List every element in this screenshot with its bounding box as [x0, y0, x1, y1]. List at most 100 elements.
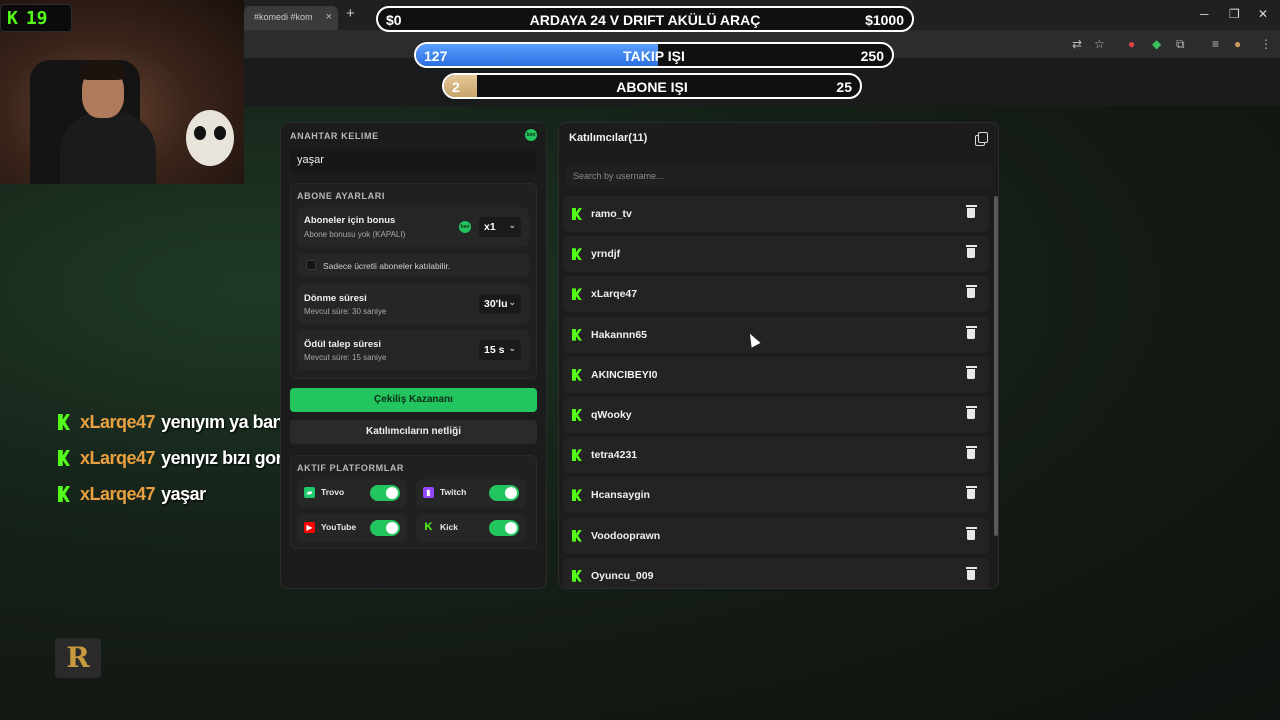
- trash-icon[interactable]: [965, 446, 977, 460]
- participant-row[interactable]: qWooky: [563, 397, 989, 433]
- participant-row[interactable]: xLarqe47: [563, 276, 989, 313]
- platform-card-twitch: ▮ Twitch: [416, 479, 526, 507]
- trash-icon[interactable]: [965, 406, 977, 419]
- trash-icon[interactable]: [965, 205, 977, 218]
- participants-title: Katılımcılar(11): [569, 132, 648, 144]
- participant-name: AKINCIBEYI0: [591, 368, 658, 381]
- chat-username: xLarqe47: [80, 412, 156, 432]
- claim-duration-select[interactable]: 15 s ⌄: [479, 340, 521, 360]
- draw-winner-button[interactable]: Çekiliş Kazananı: [290, 388, 537, 412]
- platform-card-kick: K Kick: [416, 514, 526, 542]
- extensions-puzzle-icon[interactable]: ⧉: [1176, 37, 1185, 52]
- trash-icon[interactable]: [965, 325, 977, 339]
- participant-list-scrollbar[interactable]: [994, 196, 998, 536]
- donation-goal-title: ARDAYA 24 V DRIFT AKÜLÜ ARAÇ: [529, 12, 761, 28]
- kick-icon: [572, 569, 582, 582]
- webcam-streamer-hair: [80, 60, 126, 80]
- platform-name: Kick: [440, 522, 458, 532]
- chat-text: yaşar: [161, 484, 206, 504]
- twitch-icon: ▮: [423, 487, 434, 498]
- trash-icon[interactable]: [965, 486, 977, 500]
- kick-icon: [58, 486, 70, 502]
- window-close-icon[interactable]: ✕: [1258, 7, 1268, 21]
- active-platforms-title: AKTIF PLATFORMLAR: [297, 463, 405, 473]
- extension-shield-icon[interactable]: ◆: [1152, 37, 1161, 51]
- kick-icon: [58, 450, 70, 466]
- chat-message: xLarqe47 yaşar: [58, 484, 206, 505]
- minimize-icon[interactable]: ─: [1200, 7, 1209, 21]
- profile-avatar-icon[interactable]: ●: [1234, 37, 1241, 51]
- webcam-streamer-body: [60, 112, 156, 184]
- sub-goal-title: ABONE IŞI: [616, 79, 688, 95]
- kick-icon: K: [7, 8, 18, 29]
- trash-icon[interactable]: [965, 566, 977, 580]
- browser-tab[interactable]: #komedi #kom ×: [244, 6, 338, 30]
- trovo-icon: ▰: [304, 487, 315, 498]
- participant-row[interactable]: Voodooprawn: [563, 517, 989, 554]
- participant-name: Hakannn65: [591, 328, 648, 341]
- media-controls-icon[interactable]: ≡: [1212, 37, 1219, 51]
- chat-username: xLarqe47: [80, 448, 156, 468]
- follow-goal-title: TAKIP IŞI: [623, 48, 685, 64]
- trash-icon[interactable]: [965, 526, 977, 540]
- subscriber-bonus-subtitle: Abone bonusu yok (KAPALI): [304, 230, 406, 239]
- participant-name: Voodooprawn: [591, 529, 661, 542]
- youtube-toggle[interactable]: [370, 520, 400, 536]
- chevron-down-icon: ⌄: [508, 220, 516, 230]
- kick-toggle[interactable]: [489, 520, 519, 536]
- keyword-input[interactable]: yaşar: [290, 149, 536, 172]
- keyword-section-title: ANAHTAR KELIME: [290, 131, 379, 141]
- participant-row[interactable]: Hcansaygin: [563, 477, 989, 514]
- trash-icon[interactable]: [965, 285, 977, 299]
- participant-row[interactable]: ramo_tv: [563, 196, 989, 232]
- participant-row[interactable]: tetra4231: [563, 437, 989, 474]
- paid-only-label: Sadece ücretli aboneler katılabilir.: [323, 261, 451, 271]
- youtube-icon: ▶: [304, 522, 315, 533]
- kick-viewer-counter: K 19: [0, 4, 72, 32]
- participant-row[interactable]: AKINCIBEYI0: [563, 356, 989, 393]
- participant-name: qWooky: [591, 409, 632, 421]
- bonus-multiplier-select[interactable]: x1 ⌄: [479, 217, 521, 237]
- channel-logo: R: [55, 638, 101, 678]
- platform-card-youtube: ▶ YouTube: [297, 514, 407, 542]
- browser-menu-icon[interactable]: ⋮: [1260, 37, 1272, 51]
- spin-duration-select[interactable]: 30'lu ⌄: [479, 294, 521, 314]
- spin-duration-subtitle: Mevcut süre: 30 saniye: [304, 307, 387, 316]
- new-tab-button[interactable]: +: [346, 5, 355, 22]
- kick-icon: [572, 208, 582, 220]
- copy-icon[interactable]: [974, 131, 988, 146]
- participant-row[interactable]: yrndjf: [563, 236, 989, 273]
- trovo-toggle[interactable]: [370, 485, 400, 501]
- kick-icon: [572, 529, 582, 542]
- spin-duration-value: 30'lu: [484, 298, 508, 310]
- claim-duration-subtitle: Mevcut süre: 15 saniye: [304, 353, 387, 362]
- paid-only-checkbox[interactable]: [306, 260, 316, 270]
- participant-row[interactable]: Hakannn65: [563, 316, 989, 353]
- translate-icon[interactable]: ⇄: [1072, 37, 1082, 51]
- bookmark-star-icon[interactable]: ☆: [1094, 37, 1105, 51]
- trash-icon[interactable]: [965, 245, 977, 259]
- extension-red-icon[interactable]: ●: [1128, 37, 1135, 51]
- platform-name: YouTube: [321, 522, 357, 532]
- platform-card-trovo: ▰ Trovo: [297, 479, 407, 507]
- participant-list: ramo_tvyrndjf xLarqe47 Hakannn65 AKINCIBEYI…: [563, 196, 989, 588]
- bonus-multiplier-value: x1: [484, 221, 496, 233]
- participant-name: Hcansaygin: [591, 489, 650, 502]
- twitch-toggle[interactable]: [489, 485, 519, 501]
- kick-icon: [58, 414, 70, 430]
- tab-title: #komedi #kom: [254, 12, 313, 22]
- participant-row[interactable]: Oyuncu_009: [563, 557, 989, 588]
- webcam-overlay: K 19: [0, 0, 244, 184]
- participant-search-input[interactable]: Search by username...: [566, 166, 992, 187]
- chevron-down-icon: ⌄: [508, 343, 516, 353]
- tab-close-icon[interactable]: ×: [326, 11, 332, 23]
- kick-icon: [572, 288, 582, 301]
- clear-participants-button[interactable]: Katılımcıların netliği: [290, 420, 537, 444]
- maximize-icon[interactable]: ❐: [1229, 7, 1240, 21]
- kick-icon: [572, 449, 582, 462]
- kick-icon: [572, 489, 582, 502]
- keyword-status-dot: ben: [525, 129, 537, 141]
- trash-icon[interactable]: [965, 365, 977, 379]
- sub-goal-target: 25: [836, 79, 852, 95]
- claim-duration-title: Ödül talep süresi: [304, 339, 382, 350]
